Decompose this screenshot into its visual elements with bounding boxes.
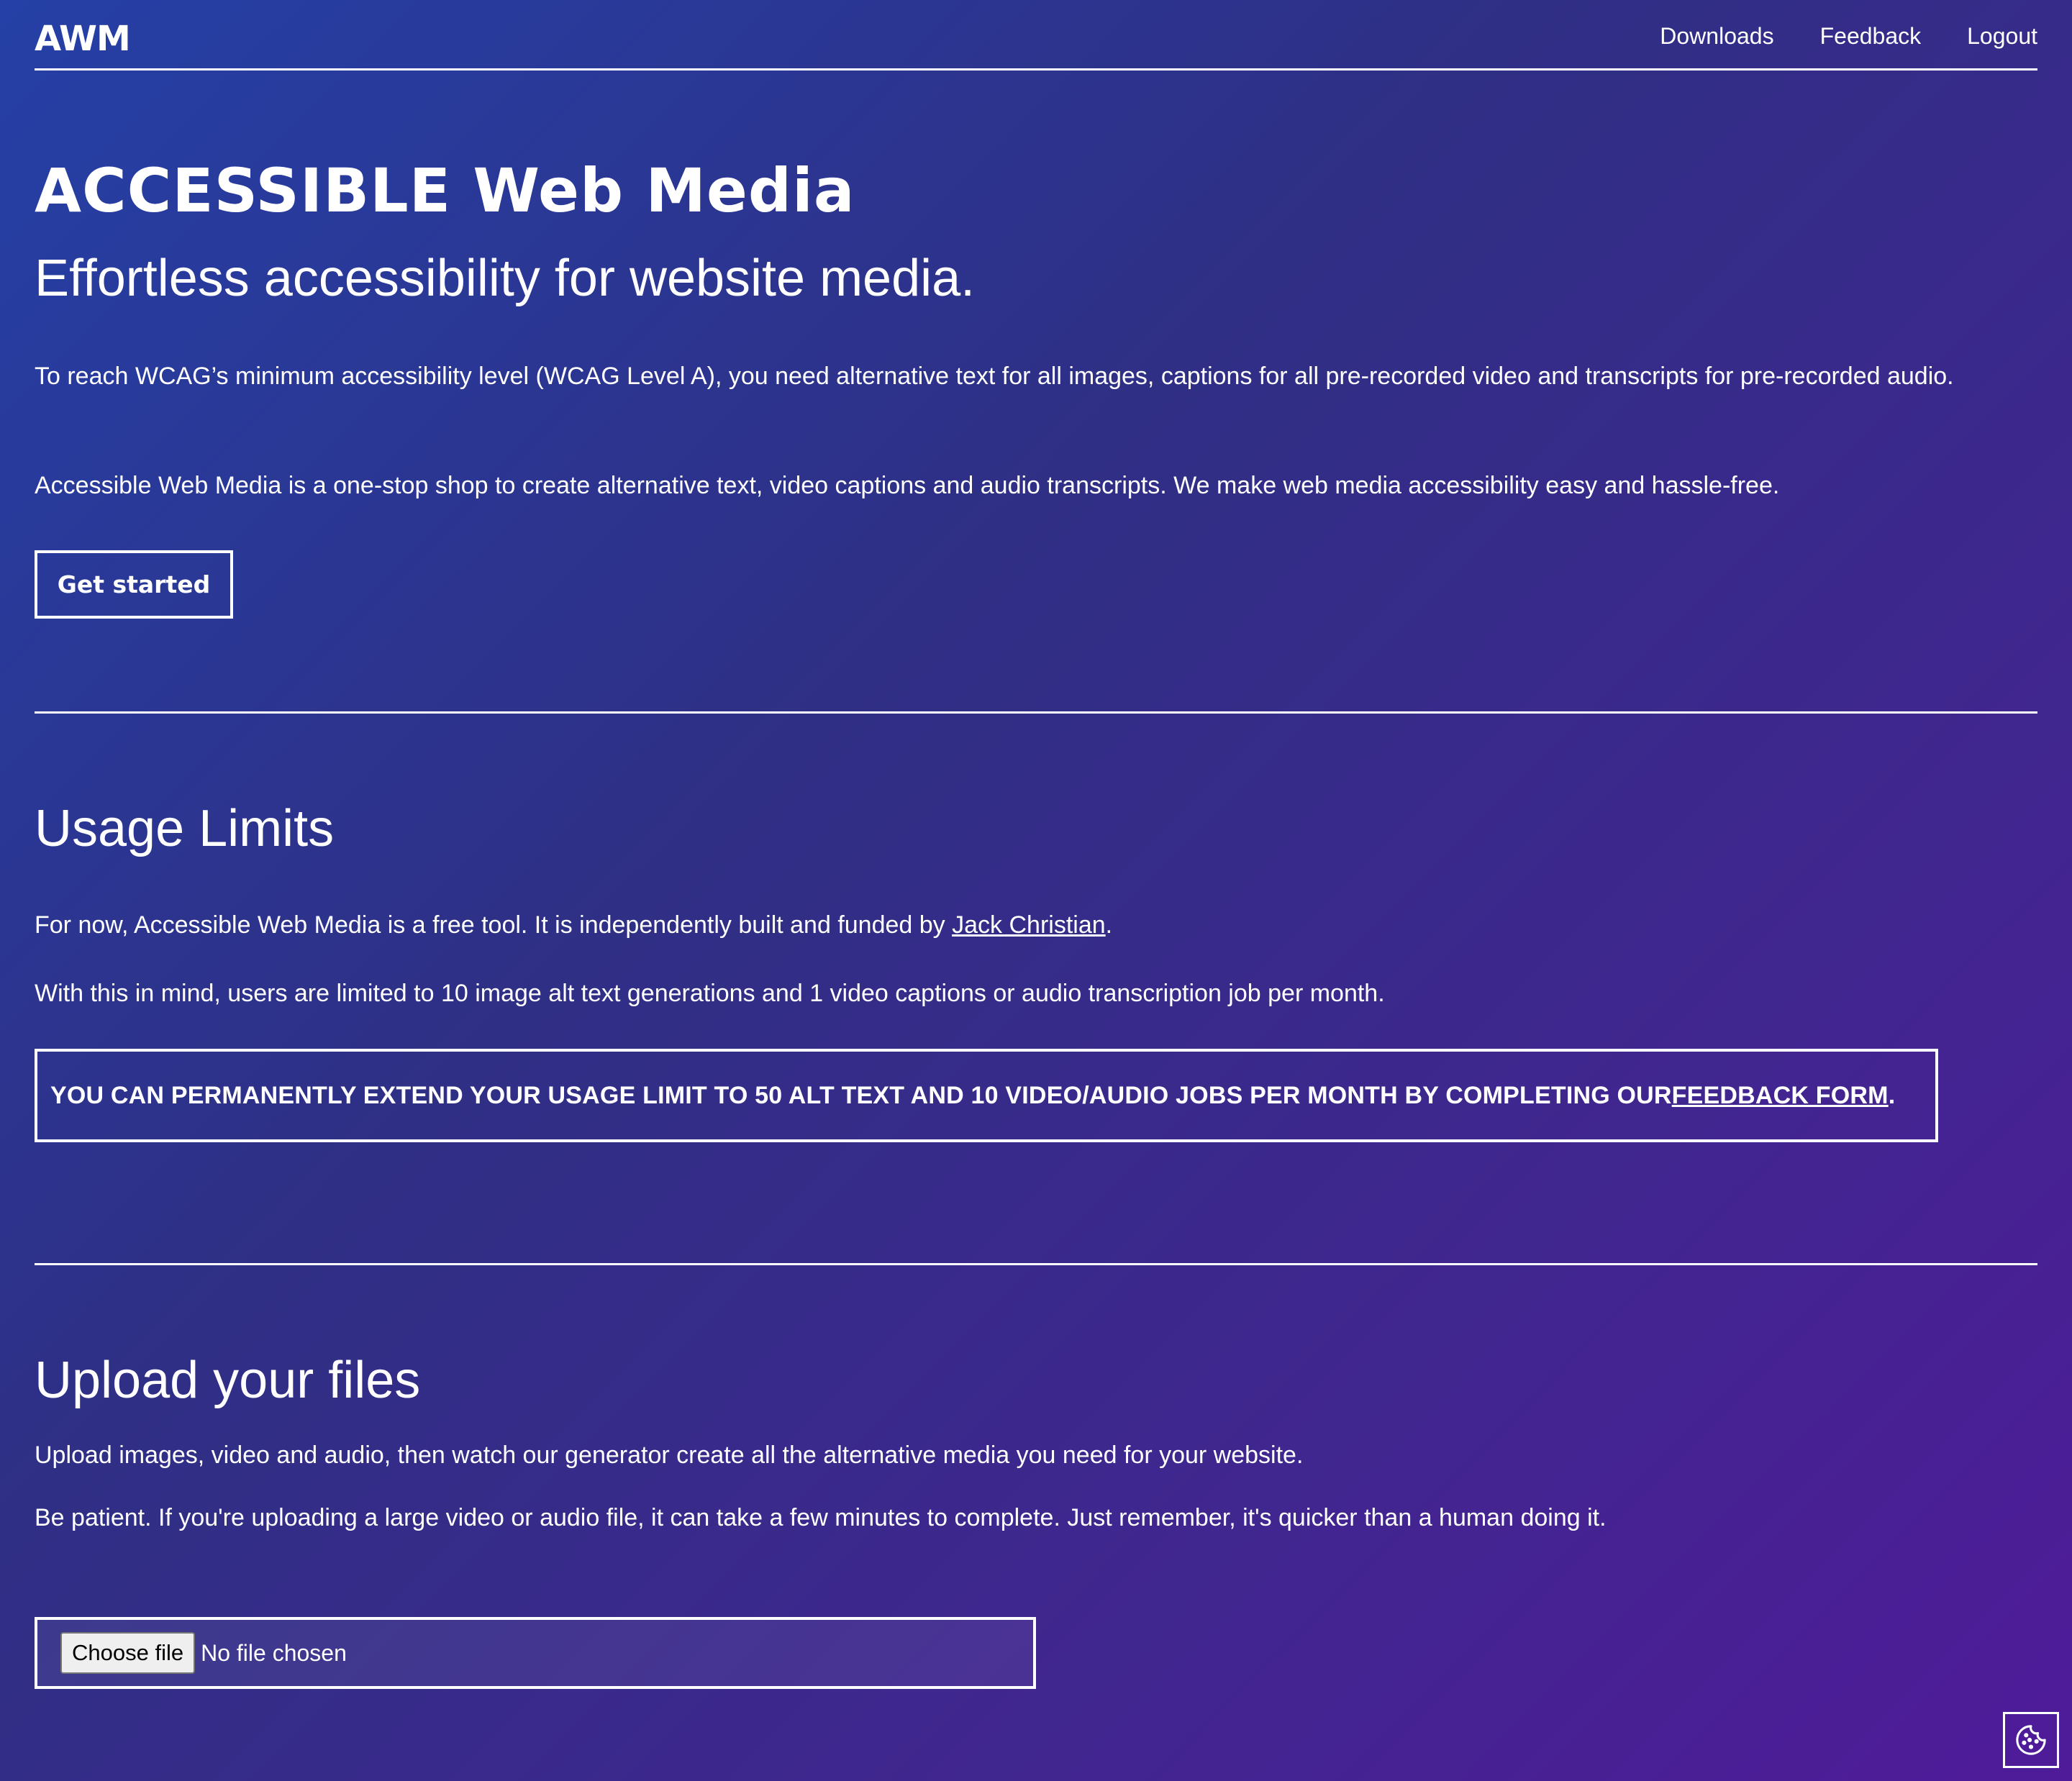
notice-period: . [1888, 1081, 1896, 1109]
usage-funding-period: . [1105, 911, 1113, 939]
file-status-text: No file chosen [201, 1639, 347, 1666]
logo[interactable]: AWM [35, 22, 131, 56]
cookie-icon [2016, 1725, 2046, 1755]
usage-paragraph-funding: For now, Accessible Web Media is a free … [35, 906, 1999, 945]
file-upload-input[interactable]: Choose file No file chosen [35, 1617, 1036, 1689]
page: AWM Downloads Feedback Logout ACCESSIBLE… [35, 0, 2037, 1689]
main-nav: Downloads Feedback Logout [1660, 22, 2037, 50]
section-divider [35, 1263, 2037, 1265]
jack-christian-link[interactable]: Jack Christian [952, 911, 1106, 939]
hero-paragraph-wcag: To reach WCAG’s minimum accessibility le… [35, 363, 1954, 390]
get-started-button[interactable]: Get started [35, 550, 233, 619]
upload-title: Upload your files [35, 1352, 421, 1409]
notice-text: YOU CAN PERMANENTLY EXTEND YOUR USAGE LI… [50, 1081, 1672, 1109]
usage-paragraph-limits: With this in mind, users are limited to … [35, 980, 1385, 1007]
hero-tagline: Effortless accessibility for website med… [35, 250, 976, 307]
nav-logout-link[interactable]: Logout [1967, 22, 2037, 50]
usage-funding-text: For now, Accessible Web Media is a free … [35, 911, 953, 939]
feedback-form-link[interactable]: FEEDBACK FORM [1672, 1082, 1889, 1110]
nav-feedback-link[interactable]: Feedback [1820, 22, 1922, 50]
usage-limits-title: Usage Limits [35, 800, 335, 857]
usage-extend-notice: YOU CAN PERMANENTLY EXTEND YOUR USAGE LI… [35, 1049, 1938, 1142]
nav-downloads-link[interactable]: Downloads [1660, 22, 1773, 50]
choose-file-button[interactable]: Choose file [60, 1632, 196, 1674]
brand-title: ACCESSIBLE Web Media [35, 155, 855, 226]
section-divider [35, 711, 2037, 714]
site-header: AWM Downloads Feedback Logout [35, 0, 2037, 70]
upload-paragraph-patience: Be patient. If you're uploading a large … [35, 1504, 1607, 1531]
cookie-settings-button[interactable] [2003, 1712, 2059, 1768]
hero-paragraph-intro: Accessible Web Media is a one-stop shop … [35, 472, 1780, 499]
upload-paragraph-intro: Upload images, video and audio, then wat… [35, 1441, 1304, 1469]
